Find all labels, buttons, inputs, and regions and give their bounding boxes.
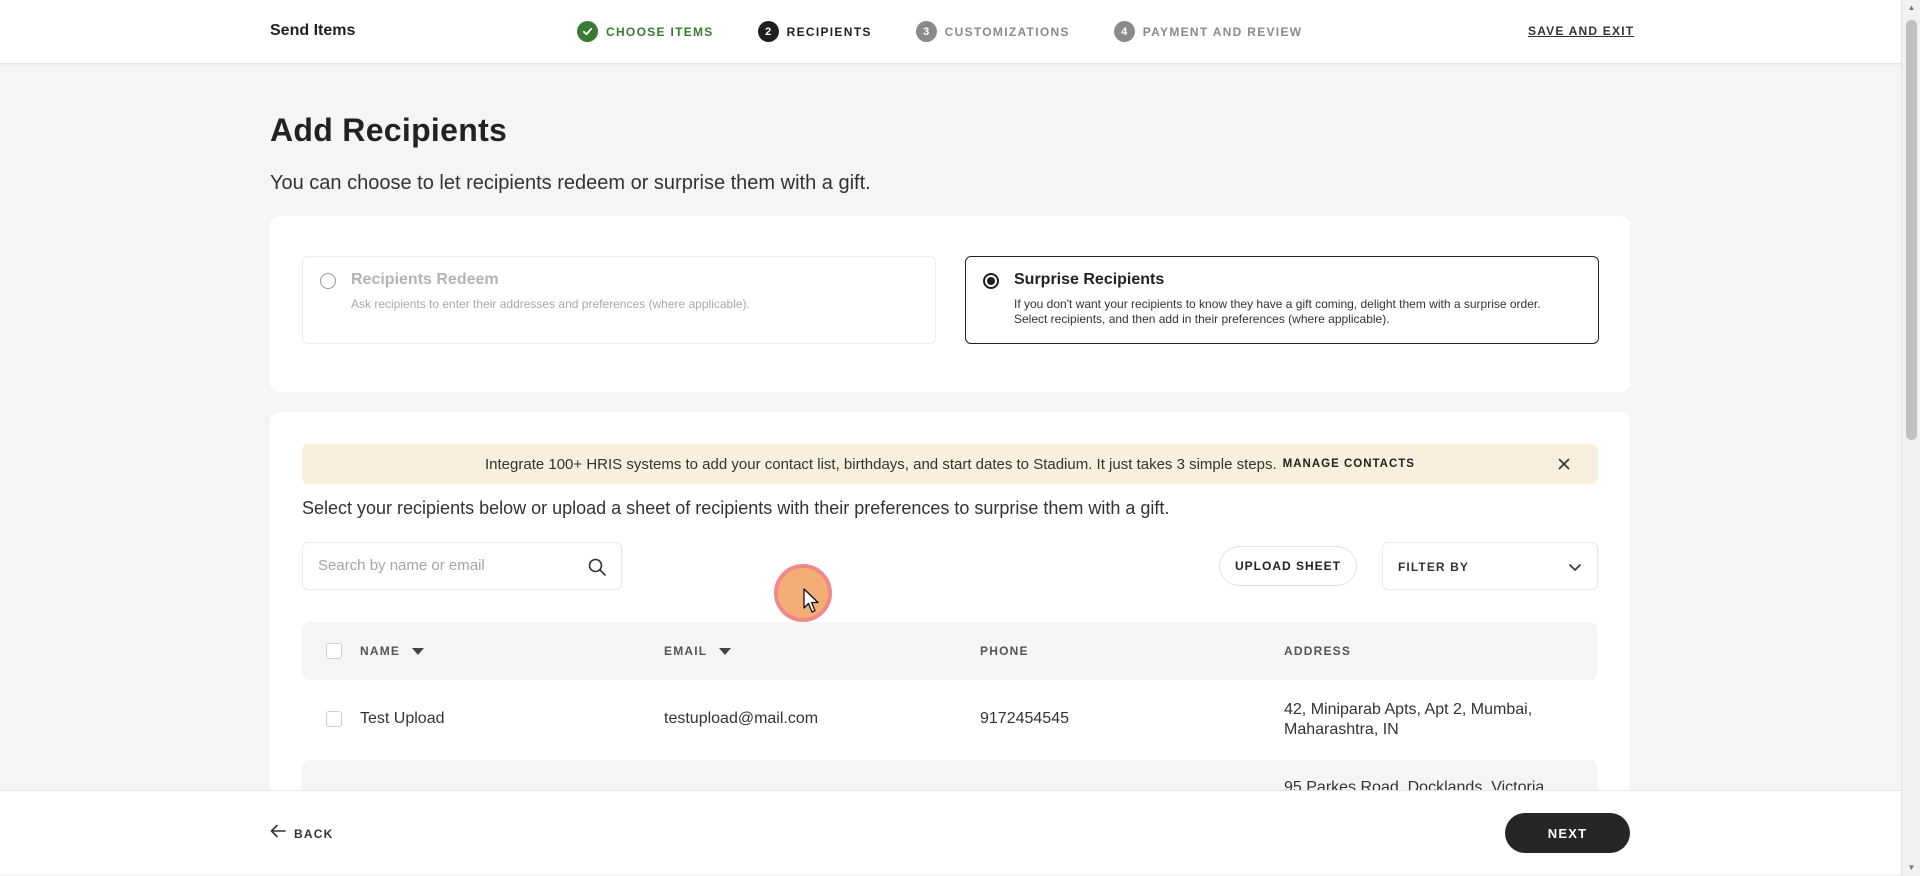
gift-mode-card: Recipients Redeem Ask recipients to ente… <box>270 216 1630 392</box>
recipient-phone: 9172454545 <box>980 710 1069 727</box>
surprise-recipients-option[interactable]: Surprise Recipients If you don't want yo… <box>965 256 1599 344</box>
step-payment-review[interactable]: 4 PAYMENT AND REVIEW <box>1113 21 1303 42</box>
next-button[interactable]: NEXT <box>1505 813 1630 853</box>
step-label: PAYMENT AND REVIEW <box>1142 24 1303 39</box>
option-description: Ask recipients to enter their addresses … <box>351 297 750 311</box>
sort-caret-icon <box>719 647 732 655</box>
scroll-down-icon[interactable]: ▼ <box>1902 860 1920 876</box>
address-line: Maharashtra, IN <box>1284 721 1399 738</box>
row-checkbox[interactable] <box>326 711 342 727</box>
manage-contacts-link[interactable]: MANAGE CONTACTS <box>1283 458 1415 470</box>
top-bar: Send Items CHOOSE ITEMS 2 RECIPIENTS 3 C… <box>0 0 1901 64</box>
arrow-left-icon <box>270 824 286 843</box>
step-number: 4 <box>1113 21 1135 42</box>
address-line: 42, Miniparab Apts, Apt 2, Mumbai, <box>1284 701 1533 718</box>
recipient-name: Test Upload <box>360 710 445 727</box>
column-label: EMAIL <box>664 644 708 658</box>
column-header-email[interactable]: EMAIL <box>664 644 732 658</box>
scroll-up-icon[interactable]: ▲ <box>1902 0 1920 16</box>
option-description-line: If you don't want your recipients to kno… <box>1014 297 1541 311</box>
option-description: If you don't want your recipients to kno… <box>1014 297 1578 327</box>
recipient-address: 42, Miniparab Apts, Apt 2, Mumbai, Mahar… <box>1284 700 1564 740</box>
save-and-exit-link[interactable]: SAVE AND EXIT <box>1528 24 1634 38</box>
column-label: NAME <box>360 644 401 658</box>
search-icon[interactable] <box>587 557 607 577</box>
column-header-phone: PHONE <box>980 644 1029 658</box>
option-description-line: Select recipients, and then add in their… <box>1014 312 1390 326</box>
column-label: PHONE <box>980 644 1029 658</box>
radio-button[interactable] <box>320 273 336 289</box>
filter-label: FILTER BY <box>1398 560 1470 574</box>
check-icon <box>577 21 598 42</box>
table-header: NAME EMAIL PHONE ADDRESS <box>302 622 1598 680</box>
chevron-down-icon <box>1567 559 1583 575</box>
sort-caret-icon <box>412 647 425 655</box>
step-customizations[interactable]: 3 CUSTOMIZATIONS <box>915 21 1070 42</box>
mouse-pointer-icon <box>803 588 819 613</box>
step-number: 3 <box>915 21 937 42</box>
recipients-redeem-option[interactable]: Recipients Redeem Ask recipients to ente… <box>302 256 936 344</box>
page-subtitle: You can choose to let recipients redeem … <box>270 172 871 194</box>
column-header-name[interactable]: NAME <box>360 644 425 658</box>
page-title: Add Recipients <box>270 112 508 148</box>
step-label: CUSTOMIZATIONS <box>944 24 1070 39</box>
column-label: ADDRESS <box>1284 644 1352 658</box>
hris-banner: Integrate 100+ HRIS systems to add your … <box>302 444 1598 484</box>
option-title: Surprise Recipients <box>1014 271 1165 288</box>
recipients-card: Integrate 100+ HRIS systems to add your … <box>270 412 1630 840</box>
back-label: BACK <box>294 826 334 841</box>
back-button[interactable]: BACK <box>270 824 333 843</box>
filter-by-dropdown[interactable]: FILTER BY <box>1382 542 1598 590</box>
step-number: 2 <box>757 21 779 42</box>
radio-button-selected[interactable] <box>983 273 999 289</box>
option-title: Recipients Redeem <box>351 271 499 288</box>
table-row[interactable]: Test Upload testupload@mail.com 91724545… <box>302 680 1598 760</box>
search-box <box>302 542 622 590</box>
flow-title: Send Items <box>270 22 356 39</box>
step-label: CHOOSE ITEMS <box>606 24 714 39</box>
column-header-address: ADDRESS <box>1284 644 1351 658</box>
recipient-email: testupload@mail.com <box>664 710 819 727</box>
scrollbar-thumb[interactable] <box>1906 20 1917 440</box>
footer-bar: BACK NEXT <box>0 790 1901 874</box>
page-scrollbar[interactable]: ▲ ▼ <box>1901 0 1920 876</box>
upload-sheet-button[interactable]: UPLOAD SHEET <box>1219 546 1357 586</box>
recipients-intro: Select your recipients below or upload a… <box>302 498 1170 518</box>
search-input[interactable] <box>318 557 578 574</box>
step-recipients[interactable]: 2 RECIPIENTS <box>757 21 872 42</box>
step-label: RECIPIENTS <box>786 24 872 39</box>
progress-stepper: CHOOSE ITEMS 2 RECIPIENTS 3 CUSTOMIZATIO… <box>577 21 1346 42</box>
close-icon[interactable] <box>1558 455 1570 475</box>
banner-text: Integrate 100+ HRIS systems to add your … <box>485 455 1277 473</box>
step-choose-items[interactable]: CHOOSE ITEMS <box>577 21 714 42</box>
app-window: Send Items CHOOSE ITEMS 2 RECIPIENTS 3 C… <box>0 0 1920 876</box>
select-all-checkbox[interactable] <box>326 643 342 659</box>
